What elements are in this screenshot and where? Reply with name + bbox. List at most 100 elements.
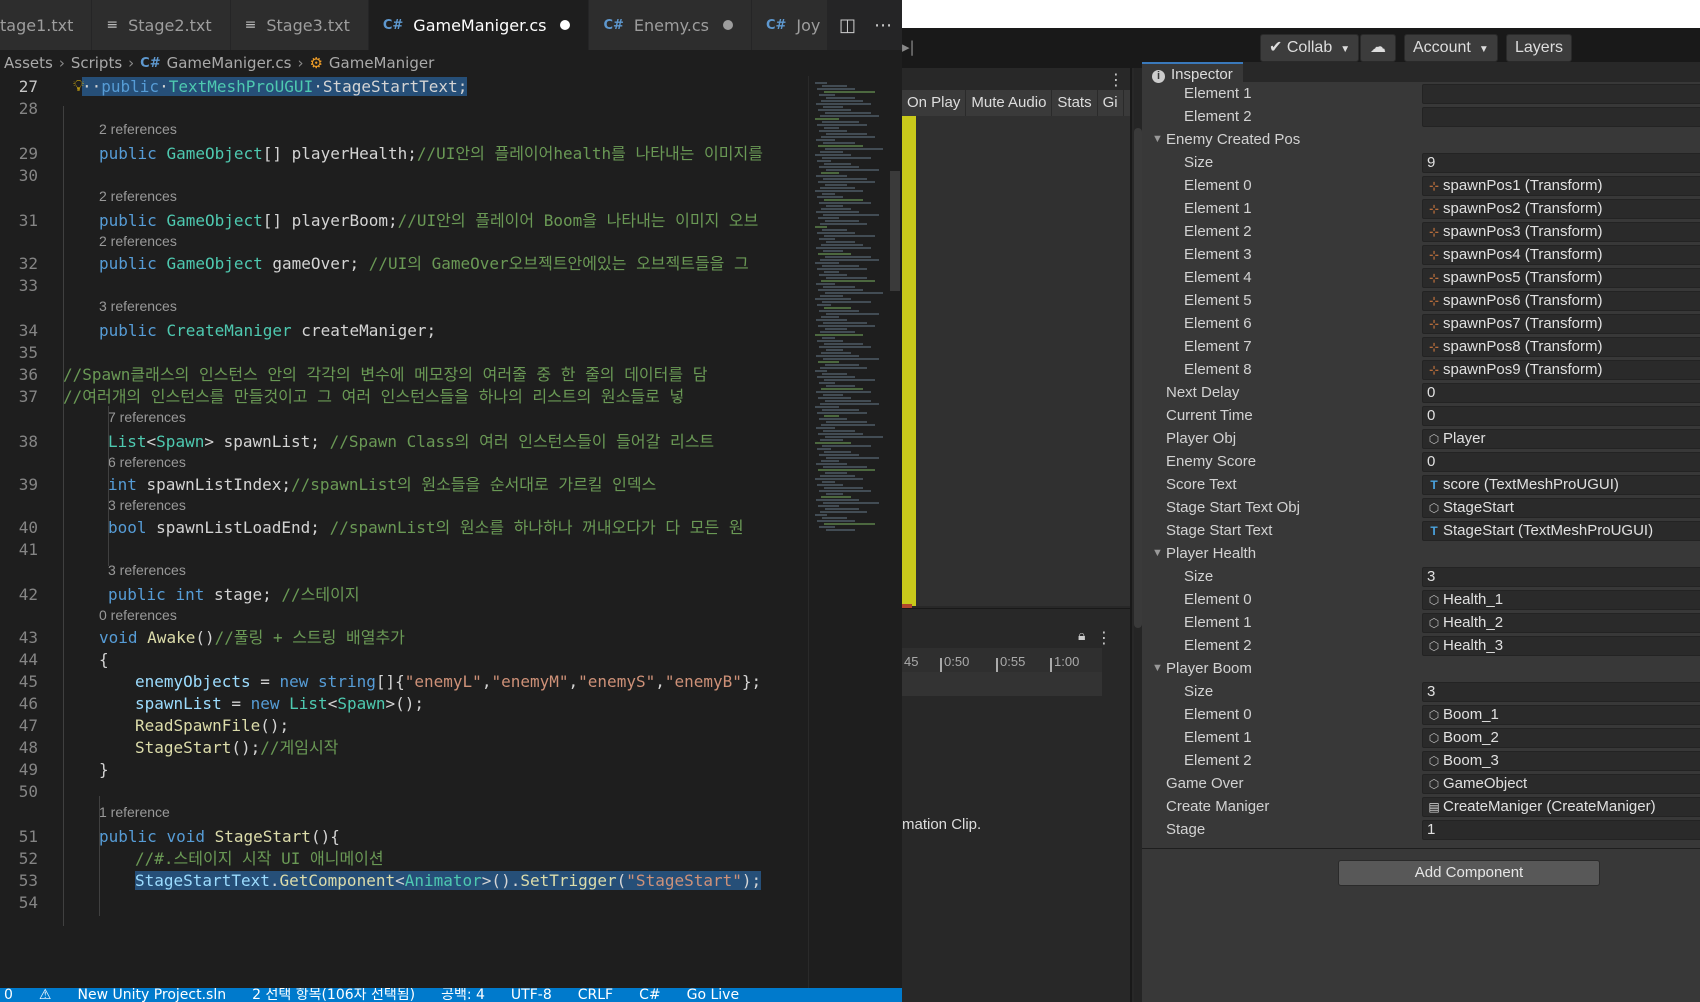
property-field[interactable]: 3 bbox=[1422, 682, 1700, 702]
code-line[interactable]: 31 public GameObject[] playerBoom;//UI안의 … bbox=[0, 210, 808, 232]
code-lens-references[interactable]: 1 reference bbox=[99, 804, 170, 820]
code-line[interactable]: 46 spawnList = new List<Spawn>(); bbox=[0, 693, 808, 715]
property-field[interactable]: 3 bbox=[1422, 567, 1700, 587]
property-field[interactable]: ⊹ spawnPos4 (Transform) bbox=[1422, 245, 1700, 265]
code-line[interactable]: 52 //#.스테이지 시작 UI 애니메이션 bbox=[0, 848, 808, 870]
unsaved-dot-icon[interactable] bbox=[560, 20, 571, 30]
foldout-arrow-icon[interactable]: ▼ bbox=[1152, 657, 1163, 680]
game-toolbar-button[interactable]: Gi bbox=[1098, 90, 1124, 116]
code-line[interactable]: 42 public int stage; //스테이지 bbox=[0, 584, 808, 606]
code-lens-references[interactable]: 3 references bbox=[99, 298, 177, 314]
property-field[interactable]: ⬡ Player bbox=[1422, 429, 1700, 449]
foldout-arrow-icon[interactable]: ▼ bbox=[1152, 542, 1163, 565]
code-lens-references[interactable]: 0 references bbox=[99, 607, 177, 623]
code-lens-references[interactable]: 3 references bbox=[108, 497, 186, 513]
code-line[interactable]: 44 { bbox=[0, 649, 808, 671]
editor-scrollbar[interactable] bbox=[888, 76, 902, 988]
game-toolbar-button[interactable]: Stats bbox=[1052, 90, 1098, 116]
code-line[interactable]: 33 bbox=[0, 275, 808, 297]
property-field[interactable] bbox=[1422, 84, 1700, 104]
code-line[interactable]: 32 public GameObject gameOver; //UI의 Game… bbox=[0, 253, 808, 275]
collab-button[interactable]: ✔ Collab ▼ bbox=[1260, 34, 1360, 62]
cloud-button[interactable]: ☁ bbox=[1360, 34, 1396, 62]
breadcrumb-file[interactable]: GameManiger.cs bbox=[167, 54, 292, 72]
property-field[interactable]: ⊹ spawnPos2 (Transform) bbox=[1422, 199, 1700, 219]
tab-inspector[interactable]: i Inspector bbox=[1142, 62, 1243, 84]
code-lens-references[interactable]: 2 references bbox=[99, 188, 177, 204]
status-item[interactable]: 공백: 4 bbox=[441, 988, 485, 1002]
account-button[interactable]: Account ▼ bbox=[1404, 34, 1498, 62]
code-line[interactable]: 53 StageStartText.GetComponent<Animator>(… bbox=[0, 870, 808, 892]
property-field[interactable]: ⊹ spawnPos1 (Transform) bbox=[1422, 176, 1700, 196]
breadcrumb-symbol[interactable]: GameManiger bbox=[329, 54, 434, 72]
property-field[interactable]: T StageStart (TextMeshProUGUI) bbox=[1422, 521, 1700, 541]
more-options-icon[interactable]: ⋮ bbox=[1108, 70, 1124, 89]
unsaved-dot-icon[interactable] bbox=[722, 20, 733, 30]
property-field[interactable]: 1 bbox=[1422, 820, 1700, 840]
status-item[interactable]: C# bbox=[639, 988, 661, 1002]
add-component-button[interactable]: Add Component bbox=[1338, 860, 1600, 886]
property-field[interactable]: ⊹ spawnPos3 (Transform) bbox=[1422, 222, 1700, 242]
code-line[interactable]: 48 StageStart();//게임시작 bbox=[0, 737, 808, 759]
scrollbar-thumb[interactable] bbox=[890, 171, 900, 291]
status-item[interactable]: ⚠ bbox=[39, 988, 52, 1002]
code-line[interactable]: 30 bbox=[0, 165, 808, 187]
code-line[interactable]: 27 ··public·TextMeshProUGUI·StageStartTex… bbox=[0, 76, 808, 98]
more-actions-icon[interactable]: ⋯ bbox=[874, 15, 892, 36]
property-field[interactable]: ⬡ Health_3 bbox=[1422, 636, 1700, 656]
code-line[interactable]: 41 bbox=[0, 539, 808, 561]
property-field[interactable]: ▤ CreateManiger (CreateManiger) bbox=[1422, 797, 1700, 817]
split-editor-icon[interactable]: ◫ bbox=[839, 15, 856, 36]
code-lens-references[interactable]: 6 references bbox=[108, 454, 186, 470]
foldout-arrow-icon[interactable]: ▼ bbox=[1152, 128, 1163, 151]
status-item[interactable]: 0 bbox=[4, 988, 13, 1002]
editor-tab[interactable]: C# GameManiger.cs bbox=[368, 0, 590, 50]
property-field[interactable]: 0 bbox=[1422, 452, 1700, 472]
code-editor[interactable]: 27 ··public·TextMeshProUGUI·StageStartTex… bbox=[0, 76, 808, 988]
code-lens-references[interactable]: 7 references bbox=[108, 409, 186, 425]
status-item[interactable]: CRLF bbox=[578, 988, 613, 1002]
status-item[interactable]: 2 선택 항목(106자 선택됨) bbox=[252, 988, 415, 1002]
property-field[interactable]: ⬡ Health_2 bbox=[1422, 613, 1700, 633]
code-line[interactable]: 51 public void StageStart(){ bbox=[0, 826, 808, 848]
editor-tab[interactable]: ≡ Stage2.txt bbox=[92, 0, 231, 50]
property-field[interactable]: ⬡ Boom_1 bbox=[1422, 705, 1700, 725]
status-item[interactable]: UTF-8 bbox=[511, 988, 552, 1002]
editor-tab[interactable]: C# Enemy.cs bbox=[589, 0, 752, 50]
status-item[interactable]: New Unity Project.sln bbox=[77, 988, 226, 1002]
lightbulb-icon[interactable]: 💡︎ bbox=[73, 76, 84, 96]
editor-tab[interactable]: ≡ Stage3.txt bbox=[230, 0, 369, 50]
property-field[interactable]: Tscore (TextMeshProUGUI) bbox=[1422, 475, 1700, 495]
code-line[interactable]: 40 bool spawnListLoadEnd; //spawnList의 원소… bbox=[0, 517, 808, 539]
game-toolbar-button[interactable]: On Play bbox=[902, 90, 967, 116]
minimap[interactable] bbox=[808, 76, 888, 988]
property-field[interactable]: ⊹ spawnPos7 (Transform) bbox=[1422, 314, 1700, 334]
code-line[interactable]: 35 bbox=[0, 342, 808, 364]
property-field[interactable]: 0 bbox=[1422, 406, 1700, 426]
code-line[interactable]: 36 //Spawn클래스의 인스턴스 안의 각각의 변수에 메모장의 여러줄 중… bbox=[0, 364, 808, 386]
game-view-scrollbar[interactable] bbox=[1134, 68, 1142, 1002]
status-item[interactable]: Go Live bbox=[687, 988, 739, 1002]
code-line[interactable]: 47 ReadSpawnFile(); bbox=[0, 715, 808, 737]
property-field[interactable]: ⬡ StageStart bbox=[1422, 498, 1700, 518]
code-line[interactable]: 45 enemyObjects = new string[]{"enemyL","… bbox=[0, 671, 808, 693]
game-viewport[interactable] bbox=[916, 116, 1130, 606]
property-field[interactable]: ⬡ Boom_2 bbox=[1422, 728, 1700, 748]
property-field[interactable]: 9 bbox=[1422, 153, 1700, 173]
code-line[interactable]: 54 bbox=[0, 892, 808, 914]
property-field[interactable]: ⬡ GameObject bbox=[1422, 774, 1700, 794]
code-line[interactable]: 39 int spawnListIndex;//spawnList의 원소들을 순… bbox=[0, 474, 808, 496]
code-line[interactable]: 38 List<Spawn> spawnList; //Spawn Class의 … bbox=[0, 431, 808, 453]
property-field[interactable]: 0 bbox=[1422, 383, 1700, 403]
code-line[interactable]: 29 public GameObject[] playerHealth;//UI안… bbox=[0, 143, 808, 165]
timeline-track[interactable] bbox=[902, 672, 1102, 696]
code-line[interactable]: 50 bbox=[0, 781, 808, 803]
code-line[interactable]: 28 bbox=[0, 98, 808, 120]
code-line[interactable]: 34 public CreateManiger createManiger; bbox=[0, 320, 808, 342]
code-line[interactable]: 43 void Awake()//풀링 + 스트링 배열추가 bbox=[0, 627, 808, 649]
animation-timeline[interactable]: 45 0:50 0:55 1:00 bbox=[902, 648, 1102, 672]
code-line[interactable]: 49} bbox=[0, 759, 808, 781]
code-lens-references[interactable]: 3 references bbox=[108, 562, 186, 578]
code-line[interactable]: 37 //여러개의 인스턴스를 만들것이고 그 여러 인스턴스들을 하나의 리스트… bbox=[0, 386, 808, 408]
property-field[interactable]: ⊹ spawnPos8 (Transform) bbox=[1422, 337, 1700, 357]
